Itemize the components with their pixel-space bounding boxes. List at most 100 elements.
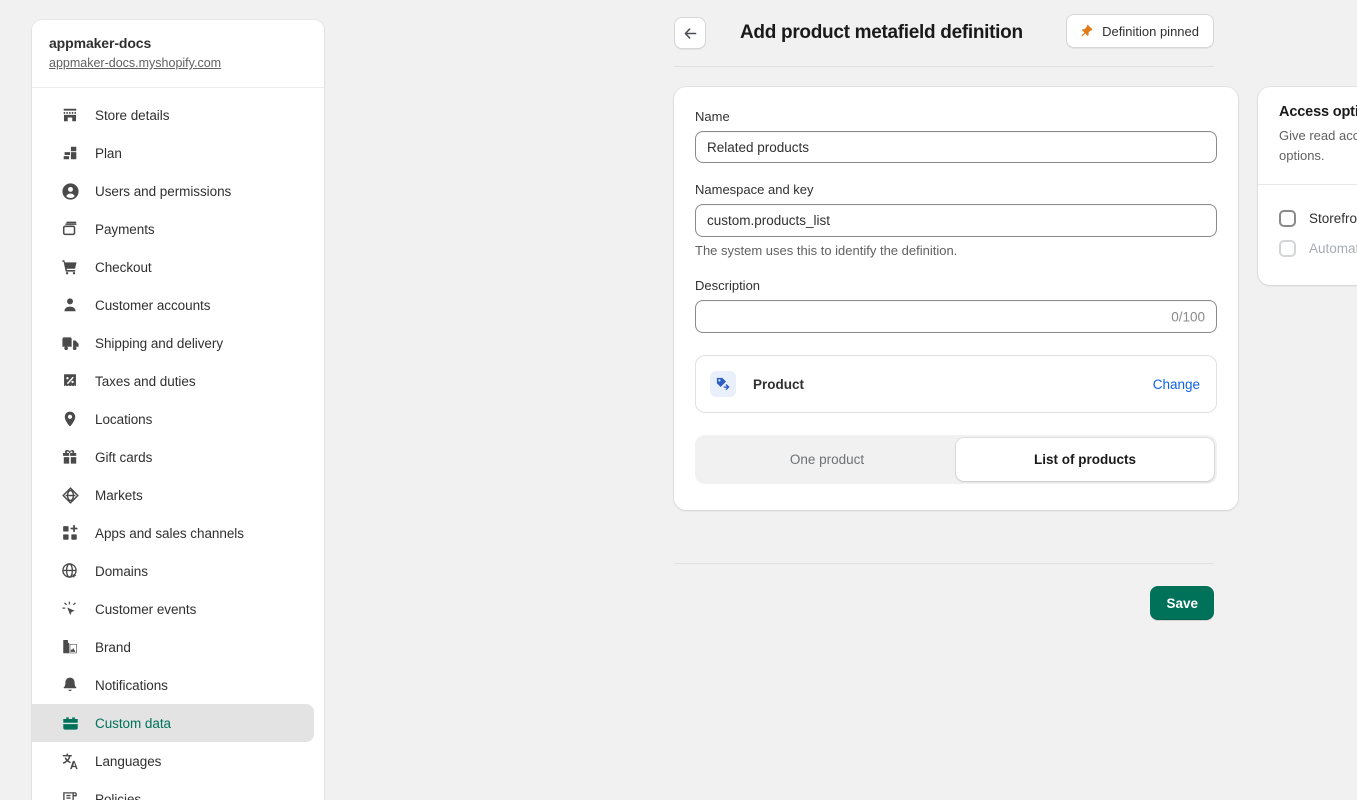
description-input-wrapper: 0/100 bbox=[695, 300, 1217, 333]
name-input-value: Related products bbox=[707, 140, 809, 155]
namespace-help-text: The system uses this to identify the def… bbox=[695, 242, 1217, 260]
spacer bbox=[695, 260, 1217, 277]
sidebar-item-label: Payments bbox=[95, 222, 155, 237]
description-field-label: Description bbox=[695, 277, 1217, 295]
sidebar-item-markets[interactable]: Markets bbox=[32, 476, 314, 514]
sidebar-item-taxes-and-duties[interactable]: Taxes and duties bbox=[32, 362, 314, 400]
sidebar-item-gift-cards[interactable]: Gift cards bbox=[32, 438, 314, 476]
automated-collections-checkbox bbox=[1279, 240, 1296, 257]
sidebar-item-locations[interactable]: Locations bbox=[32, 400, 314, 438]
namespace-field-label: Namespace and key bbox=[695, 181, 1217, 199]
content-area: Name Related products Namespace and key … bbox=[674, 87, 1214, 510]
sidebar-item-label: Apps and sales channels bbox=[95, 526, 244, 541]
payments-icon bbox=[60, 219, 80, 239]
sidebar-item-customer-accounts[interactable]: Customer accounts bbox=[32, 286, 314, 324]
footer-actions: Save bbox=[1150, 586, 1214, 620]
sidebar-item-label: Markets bbox=[95, 488, 143, 503]
checkbox-row-automated-collections: Automated collections bbox=[1279, 233, 1357, 263]
storefronts-label: Storefronts bbox=[1309, 211, 1357, 226]
footer-divider bbox=[674, 563, 1214, 564]
sidebar-item-label: Custom data bbox=[95, 716, 171, 731]
namespace-and-key-input[interactable]: custom.products_list bbox=[695, 204, 1217, 237]
brand-image-icon bbox=[60, 637, 80, 657]
sidebar-item-label: Domains bbox=[95, 564, 148, 579]
sidebar-item-label: Policies bbox=[95, 792, 141, 800]
sidebar-item-label: Gift cards bbox=[95, 450, 152, 465]
sidebar-item-policies[interactable]: Policies bbox=[32, 780, 314, 800]
sidebar-item-checkout[interactable]: Checkout bbox=[32, 248, 314, 286]
truck-icon bbox=[60, 333, 80, 353]
access-options-subtitle: Give read access to selected options. bbox=[1279, 126, 1357, 165]
sidebar-item-label: Shipping and delivery bbox=[95, 336, 223, 351]
store-header: appmaker-docs appmaker-docs.myshopify.co… bbox=[32, 20, 324, 88]
storefronts-checkbox[interactable] bbox=[1279, 210, 1296, 227]
definition-pinned-button[interactable]: Definition pinned bbox=[1066, 14, 1214, 48]
sidebar-item-languages[interactable]: Languages bbox=[32, 742, 314, 780]
translate-icon bbox=[60, 751, 80, 771]
description-input[interactable] bbox=[695, 300, 1217, 333]
change-type-link[interactable]: Change bbox=[1153, 377, 1200, 392]
sidebar-item-store-details[interactable]: Store details bbox=[32, 96, 314, 134]
checkbox-row-storefronts[interactable]: Storefronts bbox=[1279, 203, 1357, 233]
description-character-counter: 0/100 bbox=[1171, 309, 1205, 324]
segment-list-of-products[interactable]: List of products bbox=[956, 438, 1214, 481]
sidebar-item-label: Languages bbox=[95, 754, 161, 769]
sidebar-item-payments[interactable]: Payments bbox=[32, 210, 314, 248]
store-icon bbox=[60, 105, 80, 125]
cart-icon bbox=[60, 257, 80, 277]
page-header: Add product metafield definition Definit… bbox=[674, 0, 1214, 52]
namespace-input-value: custom.products_list bbox=[707, 213, 830, 228]
sidebar-item-shipping-and-delivery[interactable]: Shipping and delivery bbox=[32, 324, 314, 362]
sidebar-nav: Store details Plan Users and permissions… bbox=[32, 88, 324, 800]
person-icon bbox=[60, 295, 80, 315]
metafield-type-row: Product Change bbox=[695, 355, 1217, 413]
segment-label: List of products bbox=[1034, 452, 1136, 467]
sidebar: appmaker-docs appmaker-docs.myshopify.co… bbox=[32, 20, 324, 800]
access-options-title-row: Access options bbox=[1279, 104, 1357, 120]
sidebar-item-plan[interactable]: Plan bbox=[32, 134, 314, 172]
sidebar-item-apps-and-sales-channels[interactable]: Apps and sales channels bbox=[32, 514, 314, 552]
store-url-link[interactable]: appmaker-docs.myshopify.com bbox=[49, 54, 308, 72]
back-button[interactable] bbox=[674, 17, 706, 49]
globe-diamond-icon bbox=[60, 485, 80, 505]
bell-icon bbox=[60, 675, 80, 695]
policies-scroll-icon bbox=[60, 789, 80, 800]
gift-icon bbox=[60, 447, 80, 467]
sidebar-item-label: Taxes and duties bbox=[95, 374, 196, 389]
sidebar-item-label: Notifications bbox=[95, 678, 168, 693]
sidebar-item-brand[interactable]: Brand bbox=[32, 628, 314, 666]
pushpin-icon bbox=[1079, 24, 1094, 39]
page-title: Add product metafield definition bbox=[740, 22, 1023, 44]
plan-icon bbox=[60, 143, 80, 163]
header-divider bbox=[674, 66, 1214, 67]
apps-plus-icon bbox=[60, 523, 80, 543]
name-input[interactable]: Related products bbox=[695, 131, 1217, 163]
user-circle-icon bbox=[60, 181, 80, 201]
custom-data-icon bbox=[60, 713, 80, 733]
app-root: appmaker-docs appmaker-docs.myshopify.co… bbox=[0, 0, 1357, 800]
access-options-header: Access options Give read access to selec… bbox=[1258, 87, 1357, 184]
definition-pinned-label: Definition pinned bbox=[1102, 24, 1199, 39]
sidebar-item-label: Locations bbox=[95, 412, 152, 427]
sidebar-item-users-and-permissions[interactable]: Users and permissions bbox=[32, 172, 314, 210]
access-options-checkbox-list: Storefronts Automated collections bbox=[1258, 185, 1357, 285]
automated-collections-label: Automated collections bbox=[1309, 241, 1357, 256]
sidebar-item-label: Customer events bbox=[95, 602, 196, 617]
sidebar-item-domains[interactable]: Domains bbox=[32, 552, 314, 590]
spacer bbox=[695, 163, 1217, 181]
sidebar-item-label: Plan bbox=[95, 146, 122, 161]
sidebar-item-customer-events[interactable]: Customer events bbox=[32, 590, 314, 628]
percent-receipt-icon bbox=[60, 371, 80, 391]
domain-globe-icon bbox=[60, 561, 80, 581]
sidebar-item-label: Customer accounts bbox=[95, 298, 210, 313]
store-name: appmaker-docs bbox=[49, 33, 308, 53]
product-list-segmented-control: One product List of products bbox=[695, 435, 1217, 484]
definition-form-card: Name Related products Namespace and key … bbox=[674, 87, 1238, 510]
sidebar-item-custom-data[interactable]: Custom data bbox=[32, 704, 314, 742]
sidebar-item-notifications[interactable]: Notifications bbox=[32, 666, 314, 704]
save-button[interactable]: Save bbox=[1150, 586, 1214, 620]
segment-one-product[interactable]: One product bbox=[698, 438, 956, 481]
click-cursor-icon bbox=[60, 599, 80, 619]
sidebar-item-label: Checkout bbox=[95, 260, 152, 275]
sidebar-item-label: Brand bbox=[95, 640, 131, 655]
